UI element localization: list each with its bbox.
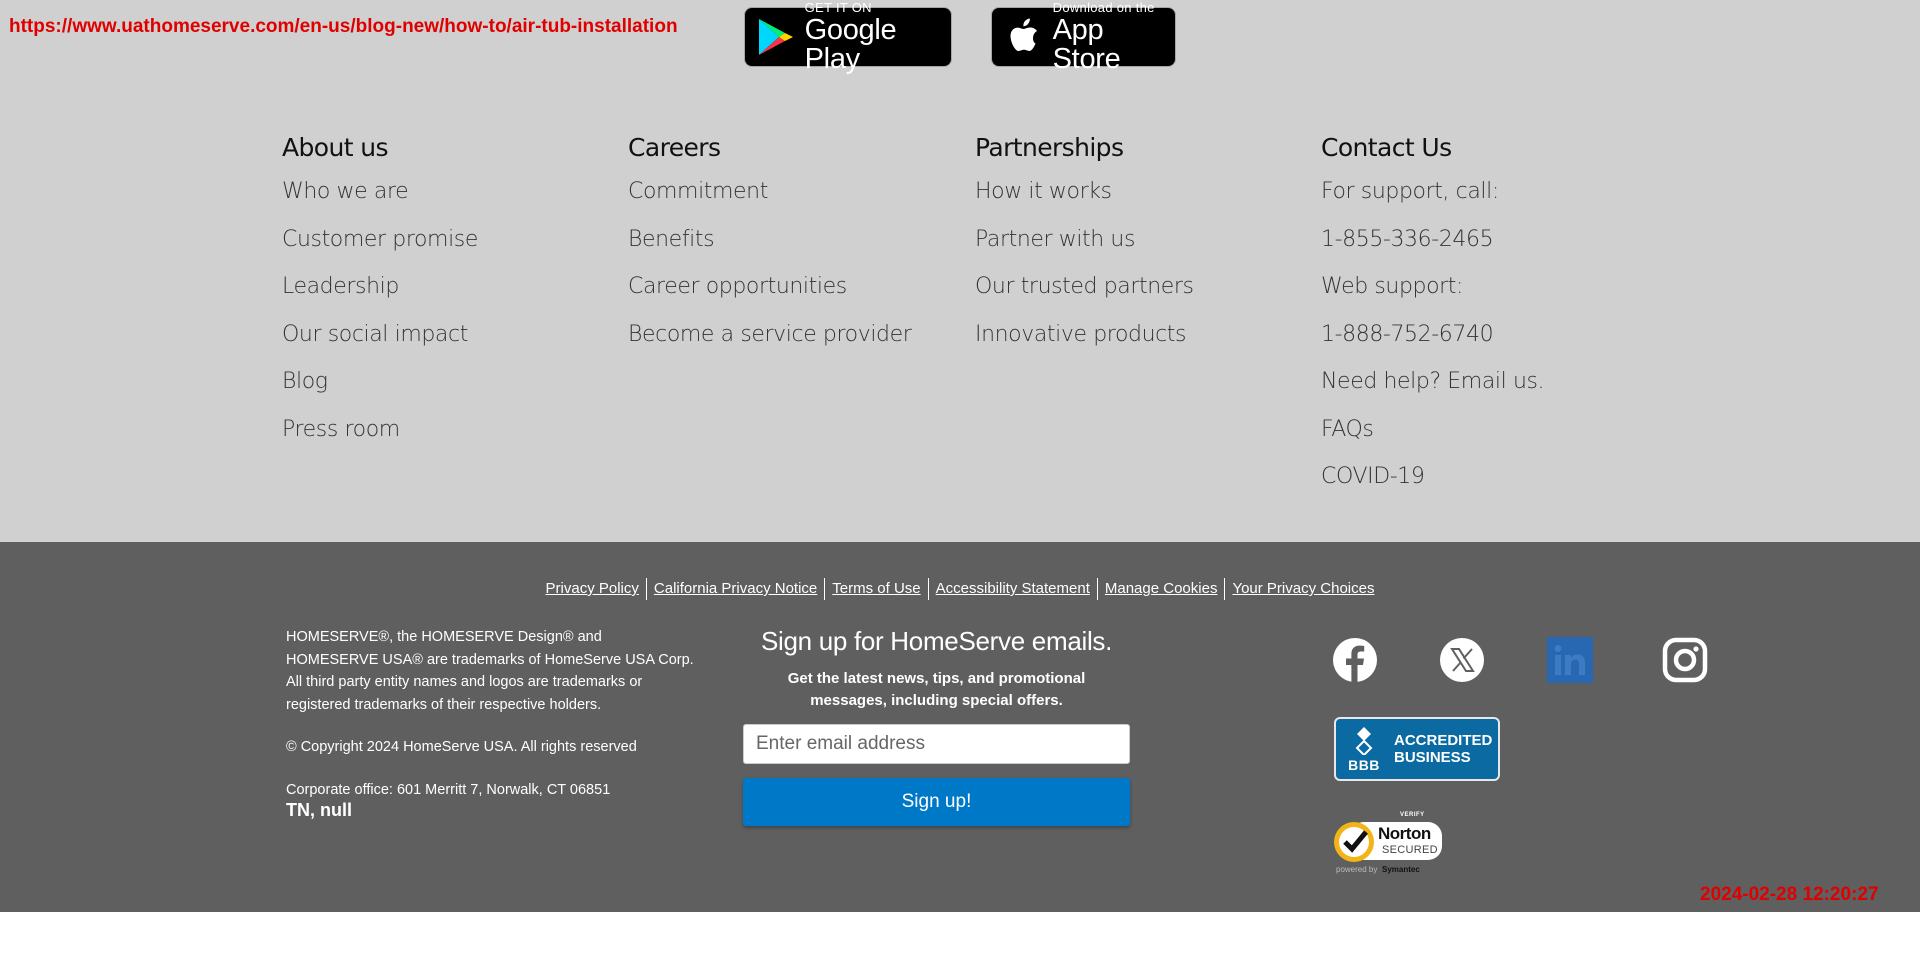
google-badge-big: Google Play <box>804 13 897 75</box>
email-us-link[interactable]: Need help? Email us. <box>1321 358 1651 406</box>
link-social-impact[interactable]: Our social impact <box>282 311 612 359</box>
apple-badge-big: App Store <box>1052 13 1121 75</box>
partnerships-heading: Partnerships <box>975 133 1124 162</box>
x-twitter-icon[interactable] <box>1439 637 1485 683</box>
accessibility-link[interactable]: Accessibility Statement <box>927 578 1097 600</box>
bbb-accredited-badge[interactable]: BBB ACCREDITED BUSINESS <box>1334 717 1500 781</box>
facebook-icon[interactable] <box>1332 637 1378 683</box>
bbb-logo-icon: BBB <box>1342 720 1386 778</box>
about-heading: About us <box>282 133 389 162</box>
partnerships-column: Partnerships How it works Partner with u… <box>975 130 1305 358</box>
careers-heading: Careers <box>628 133 721 162</box>
link-covid[interactable]: COVID-19 <box>1321 453 1651 501</box>
copyright-text: © Copyright 2024 HomeServe USA. All righ… <box>286 739 637 755</box>
corporate-office-text: Corporate office: 601 Merritt 7, Norwalk… <box>286 781 611 798</box>
google-play-icon <box>755 15 797 59</box>
link-blog[interactable]: Blog <box>282 358 612 406</box>
manage-cookies-link[interactable]: Manage Cookies <box>1096 578 1225 600</box>
careers-column: Careers Commitment Benefits Career oppor… <box>628 130 958 358</box>
email-signup: Sign up for HomeServe emails. Get the la… <box>743 626 1130 826</box>
link-innovative-products[interactable]: Innovative products <box>975 311 1305 359</box>
privacy-choices-link[interactable]: Your Privacy Choices <box>1224 578 1381 600</box>
norton-secured: SECURED <box>1382 844 1438 856</box>
norton-symantec: Symantec <box>1382 865 1420 874</box>
link-leadership[interactable]: Leadership <box>282 263 612 311</box>
link-faqs[interactable]: FAQs <box>1321 406 1651 454</box>
support-phone-link[interactable]: 1-855-336-2465 <box>1321 216 1651 264</box>
google-play-badge[interactable]: GET IT ON Google Play <box>744 1 952 73</box>
email-input[interactable] <box>743 724 1130 764</box>
web-support-phone-link[interactable]: 1-888-752-6740 <box>1321 311 1651 359</box>
trademark-text: HOMESERVE®, the HOMESERVE Design® and HO… <box>286 629 694 713</box>
signup-title: Sign up for HomeServe emails. <box>760 626 1113 656</box>
link-trusted-partners[interactable]: Our trusted partners <box>975 263 1305 311</box>
google-badge-small: GET IT ON <box>804 0 872 15</box>
contact-heading: Contact Us <box>1321 133 1452 162</box>
url-stamp: https://www.uathomeserve.com/en-us/blog-… <box>9 16 678 37</box>
signup-subtitle: Get the latest news, tips, and promotion… <box>787 670 1086 709</box>
footer-bottom: Privacy Policy California Privacy Notice… <box>0 542 1920 912</box>
norton-powered: powered by <box>1336 865 1378 874</box>
link-press-room[interactable]: Press room <box>282 406 612 454</box>
timestamp: 2024-02-28 12:20:27 <box>1700 884 1879 905</box>
about-column: About us Who we are Customer promise Lea… <box>282 130 612 453</box>
link-commitment[interactable]: Commitment <box>628 168 958 216</box>
terms-of-use-link[interactable]: Terms of Use <box>824 578 927 600</box>
bbb-line1: ACCREDITED <box>1394 732 1493 749</box>
bbb-line2: BUSINESS <box>1394 749 1471 766</box>
link-who-we-are[interactable]: Who we are <box>282 168 612 216</box>
location-text: TN, null <box>286 800 352 820</box>
apple-icon <box>1002 15 1045 59</box>
legal-text: HOMESERVE®, the HOMESERVE Design® and HO… <box>286 626 696 801</box>
link-customer-promise[interactable]: Customer promise <box>282 216 612 264</box>
app-store-badge[interactable]: Download on the App Store <box>991 1 1176 73</box>
california-privacy-link[interactable]: California Privacy Notice <box>645 578 824 600</box>
footer-top: https://www.uathomeserve.com/en-us/blog-… <box>0 0 1920 542</box>
web-support-label: Web support: <box>1321 274 1464 299</box>
norton-name: Norton <box>1378 824 1431 843</box>
instagram-icon[interactable] <box>1662 637 1708 683</box>
link-career-opportunities[interactable]: Career opportunities <box>628 263 958 311</box>
link-benefits[interactable]: Benefits <box>628 216 958 264</box>
apple-badge-small: Download on the <box>1052 0 1155 15</box>
privacy-policy-link[interactable]: Privacy Policy <box>539 578 646 600</box>
link-service-provider[interactable]: Become a service provider <box>628 311 958 359</box>
norton-secured-badge[interactable]: VERIFY Norton SECURED powered by Symante… <box>1332 812 1447 876</box>
linkedin-icon[interactable] <box>1547 637 1593 683</box>
legal-links: Privacy Policy California Privacy Notice… <box>0 578 1920 600</box>
support-call-label: For support, call: <box>1321 179 1499 204</box>
link-partner-with-us[interactable]: Partner with us <box>975 216 1305 264</box>
link-how-it-works[interactable]: How it works <box>975 168 1305 216</box>
signup-button[interactable]: Sign up! <box>743 778 1130 826</box>
bbb-logo-text: BBB <box>1348 757 1380 773</box>
contact-column: Contact Us For support, call: 1-855-336-… <box>1321 130 1651 501</box>
